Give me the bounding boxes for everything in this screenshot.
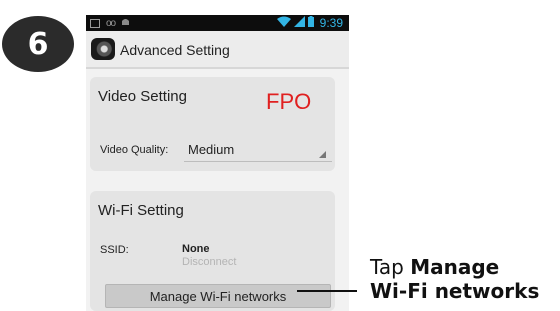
- manage-wifi-networks-button[interactable]: Manage Wi-Fi networks: [105, 284, 331, 308]
- ssid-label: SSID:: [100, 244, 129, 256]
- voicemail-icon: oo: [106, 17, 116, 29]
- disconnect-link[interactable]: Disconnect: [182, 256, 236, 268]
- dropdown-arrow-icon: [319, 151, 326, 158]
- callout-line-2: Wi-Fi networks: [370, 279, 540, 303]
- wifi-icon: [276, 16, 291, 30]
- callout-pointer-line: [297, 290, 357, 292]
- callout-instruction: Tap Manage Wi-Fi networks: [370, 255, 539, 303]
- wifi-setting-card: Wi-Fi Setting SSID: None Disconnect Mana…: [90, 191, 335, 311]
- step-number-badge: 6: [2, 16, 74, 72]
- status-bar-right: 9:39: [276, 16, 343, 30]
- callout-bold-1: Manage: [410, 255, 500, 279]
- video-quality-value: Medium: [188, 142, 235, 157]
- signal-icon: [293, 16, 305, 30]
- status-bar-left: oo: [90, 17, 130, 29]
- phone-screen: oo 9:39 Advanced Setting Video Setting F…: [86, 15, 349, 311]
- android-debug-icon: [121, 17, 130, 29]
- status-bar: oo 9:39: [86, 15, 349, 31]
- battery-icon: [307, 16, 314, 30]
- action-bar: Advanced Setting: [86, 31, 349, 69]
- page-title: Advanced Setting: [120, 42, 230, 58]
- video-setting-title: Video Setting: [98, 88, 187, 105]
- fpo-placeholder: FPO: [266, 89, 312, 114]
- video-quality-dropdown[interactable]: Medium: [184, 137, 332, 162]
- picture-icon: [90, 18, 100, 28]
- callout-prefix: Tap: [370, 255, 411, 279]
- status-time: 9:39: [319, 16, 343, 30]
- ssid-value: None: [182, 243, 210, 255]
- video-setting-card: Video Setting FPO Video Quality: Medium: [90, 77, 335, 171]
- video-quality-label: Video Quality:: [100, 144, 169, 156]
- camera-app-icon[interactable]: [91, 38, 115, 60]
- callout-line-1: Tap Manage: [370, 255, 539, 279]
- wifi-setting-title: Wi-Fi Setting: [98, 202, 184, 219]
